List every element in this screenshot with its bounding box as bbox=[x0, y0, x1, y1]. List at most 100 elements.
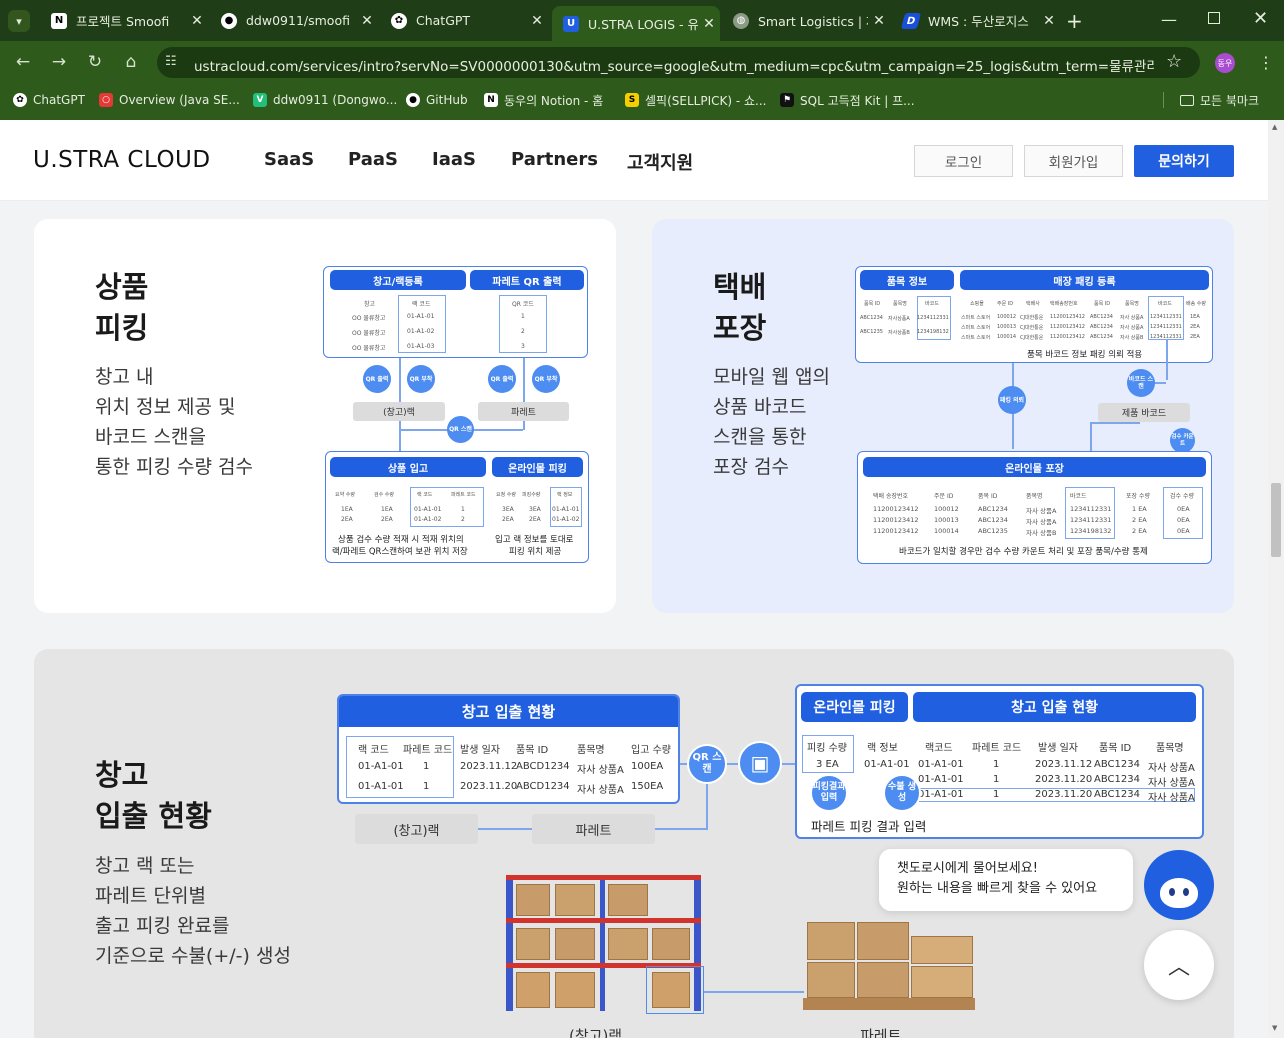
back-icon[interactable]: ← bbox=[12, 52, 34, 72]
cell-text: 품목명 bbox=[1026, 493, 1043, 500]
cell-text: 1 bbox=[423, 781, 430, 792]
chatgpt-icon: ✿ bbox=[391, 12, 407, 29]
bookmark-item[interactable]: N 동우의 Notion - 홈 bbox=[484, 90, 603, 110]
cell-text: 150EA bbox=[631, 781, 664, 792]
cell-text: 100014 bbox=[997, 334, 1017, 340]
cell-text: 0EA bbox=[1177, 516, 1190, 524]
close-icon[interactable]: ✕ bbox=[698, 16, 720, 32]
ustra-icon: U bbox=[563, 15, 579, 32]
cell-text: CJ대한통운 bbox=[1020, 315, 1044, 321]
cell-text: 11200123412 bbox=[873, 505, 919, 513]
tab-search-button[interactable]: ▾ bbox=[8, 10, 30, 32]
home-icon[interactable]: ⌂ bbox=[120, 52, 142, 72]
chat-bubble[interactable]: 챗도로시에게 물어보세요! 원하는 내용을 빠르게 찾을 수 있어요 bbox=[879, 849, 1133, 911]
cell-text: 01-A1-01 bbox=[918, 774, 964, 785]
auto-ledger-icon: 수불 생성 bbox=[883, 774, 921, 812]
cell-text: 자사 상품A bbox=[1148, 778, 1195, 789]
tab-3[interactable]: ✿ ChatGPT ✕ bbox=[380, 6, 548, 35]
maximize-button[interactable] bbox=[1208, 12, 1220, 24]
cell-text: ABC1234 bbox=[978, 505, 1008, 513]
bookmark-item[interactable]: S 셀픽(SELLPICK) - 쇼... bbox=[625, 90, 766, 110]
reload-icon[interactable]: ↻ bbox=[84, 52, 106, 72]
cell-text: 발생 일자 bbox=[1038, 743, 1078, 754]
scrollbar[interactable]: ▲ ▼ bbox=[1268, 120, 1284, 1038]
tab-5[interactable]: ◍ Smart Logistics | 제 ✕ bbox=[722, 6, 890, 35]
tab-4-active[interactable]: U U.STRA LOGIS - 유 ✕ bbox=[552, 6, 720, 41]
menu-icon[interactable]: ⋮ bbox=[1258, 53, 1274, 72]
url-text[interactable]: ustracloud.com/services/intro?servNo=SV0… bbox=[194, 55, 1154, 75]
barcode-scan-icon: 바코드 스캔 bbox=[1127, 369, 1155, 397]
close-icon[interactable]: ✕ bbox=[1038, 13, 1060, 29]
cell-text: 11200123412 bbox=[873, 527, 919, 535]
close-icon[interactable]: ✕ bbox=[356, 13, 378, 29]
section-desc: 창고 내 위치 정보 제공 및 바코드 스캔을 통한 피킹 수량 검수 bbox=[95, 366, 253, 478]
chatbot-button[interactable] bbox=[1144, 850, 1214, 920]
nav-support[interactable]: 고객지원 bbox=[627, 149, 693, 175]
close-icon[interactable]: ✕ bbox=[868, 13, 890, 29]
tab-1[interactable]: N 프로젝트 Smoofi ✕ bbox=[40, 6, 208, 35]
nav-iaas[interactable]: IaaS bbox=[432, 149, 476, 170]
rack-bar: (창고)랙 bbox=[353, 402, 445, 421]
qr-attach-icon: QR 부착 bbox=[407, 365, 435, 393]
rack-image-label: (창고)랙 bbox=[569, 1027, 623, 1038]
pallet-bar: 파레트 bbox=[532, 814, 655, 844]
cell-text: 랙코드 bbox=[925, 743, 953, 754]
new-tab-button[interactable]: + bbox=[1066, 9, 1083, 33]
tab-2[interactable]: ● ddw0911/smoofi ✕ bbox=[210, 6, 378, 35]
inbound-head: 상품 입고 bbox=[330, 457, 486, 477]
close-window-button[interactable]: ✕ bbox=[1253, 8, 1268, 29]
wms-icon: D bbox=[900, 12, 922, 29]
qr-attach-icon: QR 부착 bbox=[532, 365, 560, 393]
minimize-button[interactable]: — bbox=[1161, 10, 1177, 29]
cell-text: 2 EA bbox=[1132, 527, 1147, 535]
all-bookmarks[interactable]: 모든 북마크 bbox=[1180, 90, 1259, 110]
cell-text: 자사 상품A bbox=[1026, 507, 1057, 515]
profile-avatar[interactable]: 동우 bbox=[1215, 53, 1235, 73]
chatgpt-icon: ✿ bbox=[13, 93, 27, 107]
scrollbar-thumb[interactable] bbox=[1271, 483, 1281, 557]
cell-text: 1234112331 bbox=[1070, 516, 1112, 524]
pallet-image-label: 파레트 bbox=[860, 1027, 902, 1038]
cell-text: 자사 상품A bbox=[577, 765, 624, 776]
forward-icon[interactable]: → bbox=[48, 52, 70, 72]
online-picking-head: 온라인몰 피킹 bbox=[801, 692, 908, 722]
bookmark-item[interactable]: ✿ ChatGPT bbox=[13, 90, 85, 110]
cell-text: ABC1234 bbox=[1090, 334, 1113, 340]
cell-text: 11200123412 bbox=[873, 516, 919, 524]
login-button[interactable]: 로그인 bbox=[914, 145, 1013, 177]
nav-saas[interactable]: SaaS bbox=[264, 149, 314, 170]
close-icon[interactable]: ✕ bbox=[186, 13, 208, 29]
qr-scan-icon: QR 스캔 bbox=[687, 744, 727, 784]
cell-text: 랙 코드 bbox=[358, 745, 389, 756]
mobile-scan-icon: ▣ bbox=[738, 741, 782, 785]
nav-partners[interactable]: Partners bbox=[511, 149, 598, 170]
scroll-top-button[interactable]: ︿ bbox=[1144, 930, 1214, 1000]
site-info-icon[interactable]: ☷ bbox=[165, 54, 177, 69]
vercel-icon: V bbox=[253, 93, 267, 107]
qr-scan-icon: QR 스캔 bbox=[447, 416, 474, 443]
scroll-down-icon[interactable]: ▼ bbox=[1272, 1024, 1277, 1032]
cell-text: 주문 ID bbox=[934, 493, 954, 500]
signup-button[interactable]: 회원가입 bbox=[1024, 145, 1123, 177]
browser-window: { "browser":{ "tabs":[ {"title":"프로젝트 Sm… bbox=[0, 0, 1284, 1038]
cell-text: 자사 상품B bbox=[1026, 529, 1057, 537]
bookmark-item[interactable]: ○ Overview (Java SE... bbox=[99, 90, 240, 110]
bookmark-item[interactable]: Vddw0911 (Dongwo... bbox=[253, 90, 397, 110]
pack-register-head: 매장 패킹 등록 bbox=[960, 270, 1209, 290]
cell-text: 스마트 스토어 bbox=[961, 315, 991, 321]
cell-text: 11200123412 bbox=[1050, 334, 1085, 340]
cell-text: 1 bbox=[993, 759, 1000, 770]
cell-text: 100012 bbox=[997, 314, 1017, 320]
scroll-up-icon[interactable]: ▲ bbox=[1272, 123, 1277, 131]
rack-bar: (창고)랙 bbox=[355, 814, 478, 844]
site-logo[interactable]: U.STRA CLOUD bbox=[33, 147, 211, 173]
star-icon[interactable]: ☆ bbox=[1166, 51, 1182, 72]
cell-text: 1 EA bbox=[1132, 505, 1147, 513]
bookmark-item[interactable]: ⚑ SQL 고득점 Kit | 프... bbox=[780, 90, 915, 110]
close-icon[interactable]: ✕ bbox=[526, 13, 548, 29]
nav-paas[interactable]: PaaS bbox=[348, 149, 398, 170]
bookmark-item[interactable]: ● GitHub bbox=[406, 90, 468, 110]
chevron-up-icon: ︿ bbox=[1167, 955, 1190, 980]
tab-6[interactable]: D WMS : 두산로지스 ✕ bbox=[892, 6, 1060, 35]
inquiry-button[interactable]: 문의하기 bbox=[1134, 145, 1234, 177]
